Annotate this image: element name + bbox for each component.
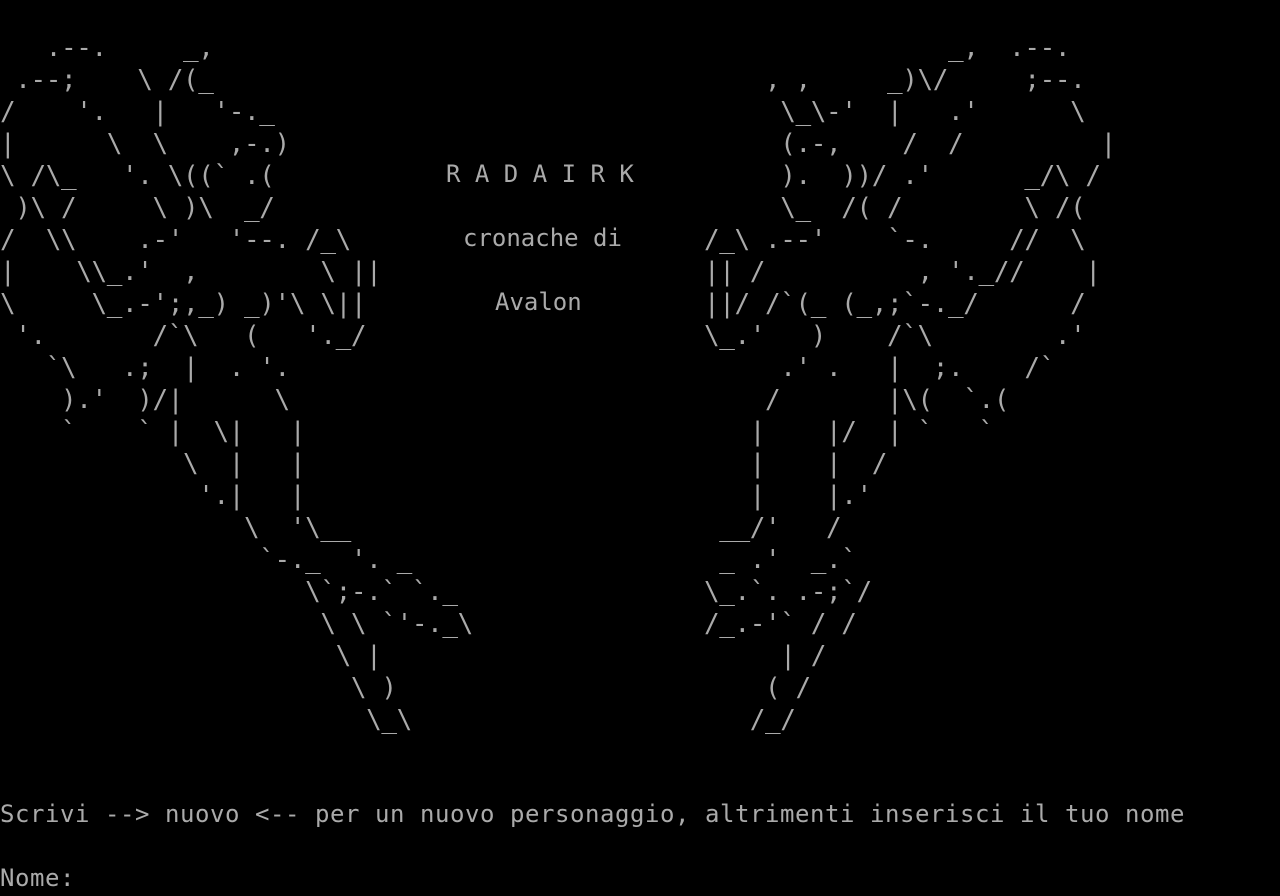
- name-prompt-label: Nome:: [0, 864, 75, 892]
- game-subtitle-line1: cronache di: [463, 224, 622, 252]
- ascii-art-right-dragon: _, .--. , , _)\/ ;--. \_\-' | .' \ (.-, …: [704, 33, 1116, 735]
- game-subtitle-line2: Avalon: [495, 288, 582, 316]
- name-prompt-row: Nome:: [0, 862, 975, 894]
- game-title: R A D A I R K: [446, 160, 634, 188]
- ascii-art-left-dragon: .--. _, .--; \ /(_ / '. | '-._ | \ \ ,-.…: [0, 33, 473, 735]
- terminal-screen: .--. _, .--; \ /(_ / '. | '-._ | \ \ ,-.…: [0, 0, 1280, 896]
- name-input[interactable]: [75, 864, 975, 892]
- login-instruction: Scrivi --> nuovo <-- per un nuovo person…: [0, 800, 1185, 828]
